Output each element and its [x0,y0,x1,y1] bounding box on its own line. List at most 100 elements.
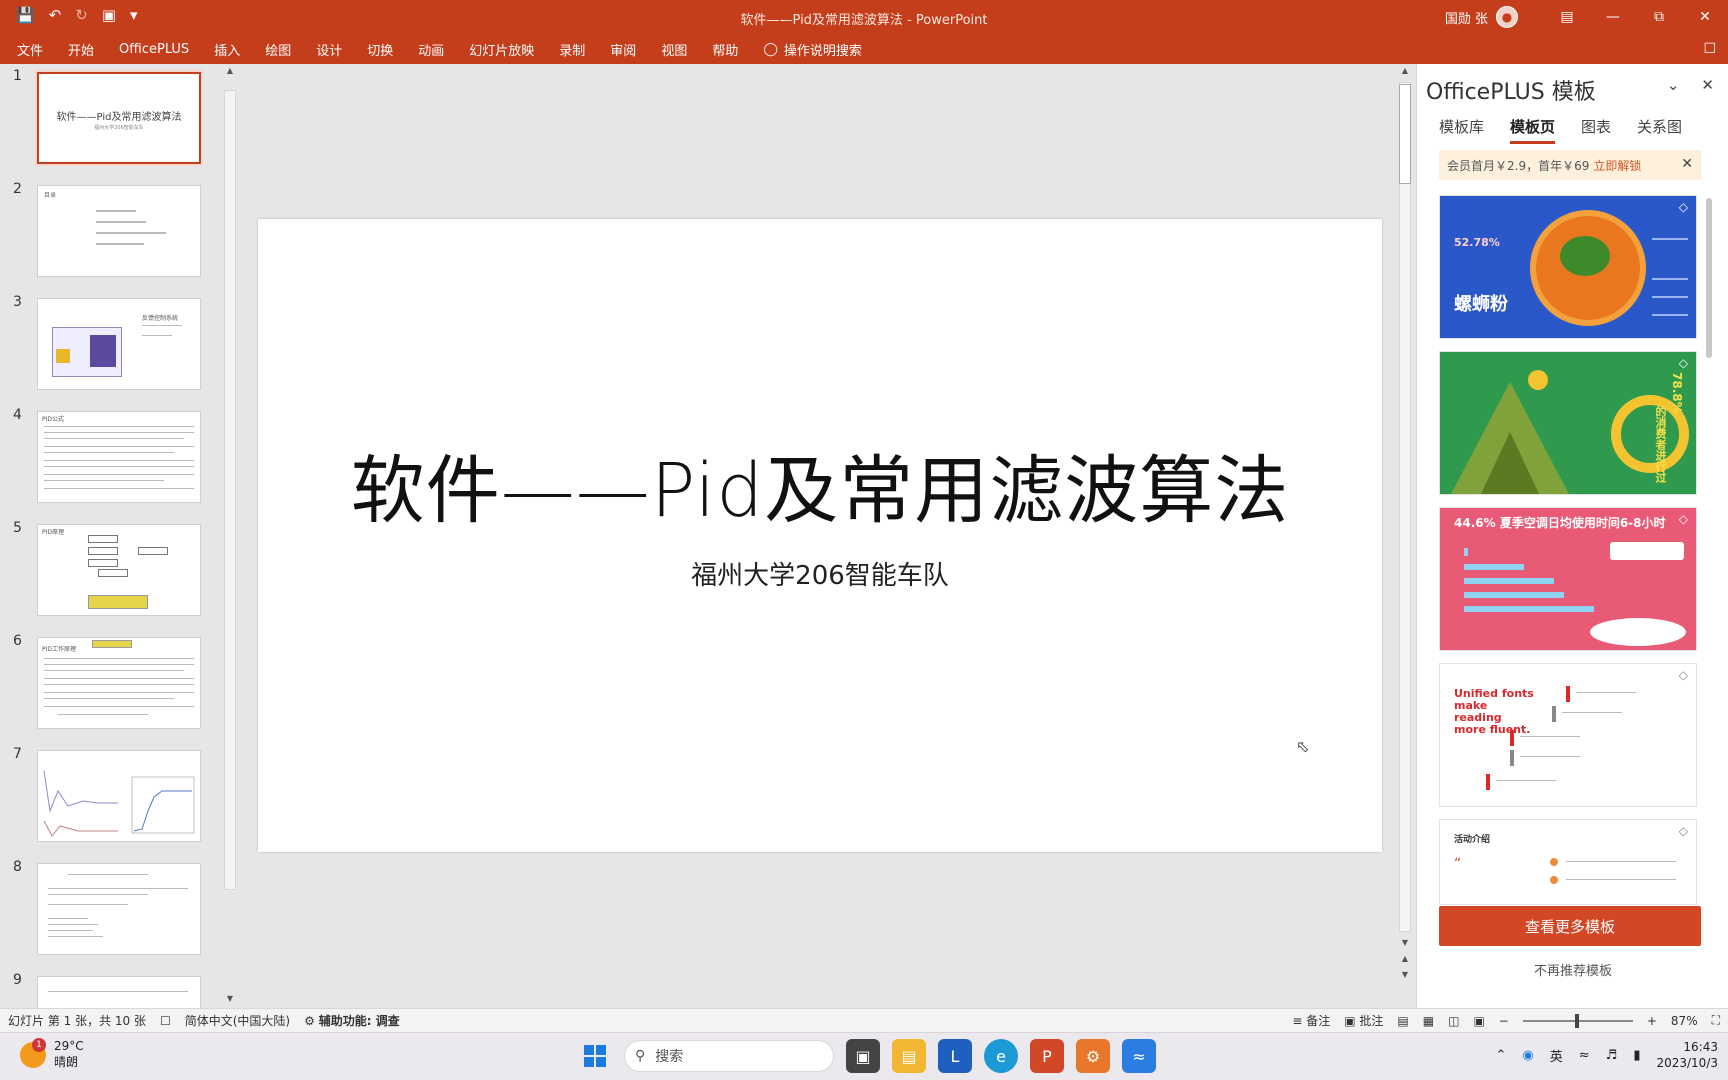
system-clock[interactable]: 16:43 2023/10/3 [1656,1039,1718,1071]
wifi-icon[interactable]: ≈ [1579,1048,1590,1063]
file-explorer-icon[interactable]: ▤ [892,1039,926,1073]
tab-file[interactable]: 文件 [17,40,43,59]
ime-indicator[interactable]: 英 [1550,1046,1563,1065]
undo-icon[interactable]: ↶ [49,6,62,24]
tab-diagrams[interactable]: 关系图 [1637,116,1682,144]
thumb-title: 反馈控制系统 [142,315,179,322]
panel-title: OfficePLUS 模板 [1426,80,1596,105]
thumb-title: PID原理 [42,529,65,536]
notes-button[interactable]: ≡ 备注 [1292,1012,1330,1029]
user-account[interactable]: 国勋 张 ● [1445,6,1518,28]
comments-button[interactable]: ▣ 批注 [1344,1012,1383,1029]
fit-to-window-icon[interactable]: ⛶ [1712,1013,1720,1028]
template-card[interactable]: 活动介绍 “ ◇ [1439,819,1697,905]
scroll-up-icon[interactable]: ▲ [224,66,236,75]
scrollbar-thumb[interactable] [1706,198,1712,358]
tab-help[interactable]: 帮助 [712,40,738,59]
slideshow-view-icon[interactable]: ▣ [1473,1014,1484,1028]
powerpoint-icon[interactable]: P [1030,1039,1064,1073]
tab-review[interactable]: 审阅 [610,40,636,59]
thumb-image [90,335,116,367]
avatar[interactable]: ● [1496,6,1518,28]
spell-check-icon[interactable]: ☐ [160,1014,171,1028]
current-slide[interactable]: 软件——Pid及常用滤波算法 福州大学206智能车队 [258,219,1382,852]
comments-icon[interactable]: ☐ [1703,41,1716,57]
template-card[interactable]: Unified fonts make reading more fluent. … [1439,663,1697,807]
tab-view[interactable]: 视图 [661,40,687,59]
tell-me-search[interactable]: ◯ 操作说明搜索 [763,40,862,59]
weather-widget[interactable]: 1 29°C 晴朗 [20,1037,84,1070]
tab-charts[interactable]: 图表 [1581,116,1611,144]
close-icon[interactable]: ✕ [1701,76,1714,94]
previous-slide-icon[interactable]: ▲ [1399,954,1411,963]
slide-sorter-icon[interactable]: ▦ [1423,1014,1434,1028]
editor-scrollbar[interactable]: ▲ ▼ ▲ ▼ [1397,64,1413,979]
zoom-out-icon[interactable]: − [1499,1014,1509,1028]
present-icon[interactable]: ▣ [102,6,116,24]
thumbnail-scrollbar[interactable]: ▲ ▼ [221,64,239,1008]
scroll-down-icon[interactable]: ▼ [224,994,236,1003]
windows-start-icon[interactable] [578,1039,612,1073]
tab-template-pages[interactable]: 模板页 [1510,116,1556,144]
ribbon-display-icon[interactable]: ▤ [1544,0,1590,34]
no-recommend-link[interactable]: 不再推荐模板 [1417,960,1728,979]
accessibility-status[interactable]: ⚙ 辅助功能: 调查 [304,1012,400,1029]
microphone-icon[interactable]: ◉ [1522,1048,1533,1063]
zoom-in-icon[interactable]: + [1647,1014,1657,1028]
slide-title[interactable]: 软件——Pid及常用滤波算法 [258,431,1382,538]
gear-app-icon[interactable]: ⚙ [1076,1039,1110,1073]
tab-officeplus[interactable]: OfficePLUS [119,42,189,57]
lenovo-app-icon[interactable]: L [938,1039,972,1073]
tab-insert[interactable]: 插入 [214,40,240,59]
more-templates-button[interactable]: 查看更多模板 [1439,906,1701,946]
template-card[interactable]: 52.78% 螺蛳粉 ◇ [1439,195,1697,339]
slide-subtitle[interactable]: 福州大学206智能车队 [258,555,1382,592]
tab-template-library[interactable]: 模板库 [1439,116,1484,144]
template-label: 的消费者进行过 [1654,406,1667,483]
language-indicator[interactable]: 简体中文(中国大陆) [185,1012,290,1029]
tab-record[interactable]: 录制 [559,40,585,59]
tab-design[interactable]: 设计 [316,40,342,59]
template-card[interactable]: 78.8% 的消费者进行过 ◇ [1439,351,1697,495]
minimize-icon[interactable]: — [1590,0,1636,34]
tab-draw[interactable]: 绘图 [265,40,291,59]
reading-view-icon[interactable]: ◫ [1448,1014,1459,1028]
temperature: 29°C [54,1039,84,1053]
tab-home[interactable]: 开始 [68,40,94,59]
close-icon[interactable]: ✕ [1681,156,1693,172]
scroll-down-icon[interactable]: ▼ [1399,938,1411,947]
template-card[interactable]: 44.6% 夏季空调日均使用时间6-8小时 ◇ [1439,507,1697,651]
zoom-level[interactable]: 87% [1671,1014,1698,1028]
accessibility-label: 辅助功能: 调查 [318,1014,400,1028]
panel-scrollbar[interactable] [1705,182,1713,882]
maximize-icon[interactable]: ⧉ [1636,0,1682,34]
tab-transitions[interactable]: 切换 [367,40,393,59]
slide-thumb-preview: 软件——Pid及常用滤波算法 福州大学206智能车队 [37,72,201,164]
scrollbar-thumb[interactable] [224,90,236,890]
lightbulb-icon: ◯ [763,41,778,57]
scrollbar-thumb[interactable] [1399,84,1411,184]
tab-animations[interactable]: 动画 [418,40,444,59]
edge-browser-icon[interactable]: e [984,1039,1018,1073]
scrollbar-track[interactable] [1399,82,1411,932]
chevron-up-icon[interactable]: ⌃ [1495,1048,1506,1063]
template-label: 活动介绍 [1454,835,1491,845]
normal-view-icon[interactable]: ▤ [1397,1014,1408,1028]
redo-icon[interactable]: ↻ [75,6,88,24]
chevron-down-icon[interactable]: ⌄ [1667,76,1680,94]
zoom-slider-knob[interactable] [1574,1013,1579,1028]
cloud-app-icon[interactable]: ≈ [1122,1039,1156,1073]
next-slide-icon[interactable]: ▼ [1399,970,1411,979]
close-icon[interactable]: ✕ [1682,0,1728,34]
volume-icon[interactable]: ♬ [1606,1048,1618,1063]
scroll-up-icon[interactable]: ▲ [1399,66,1411,75]
promo-unlock-link[interactable]: 立即解锁 [1593,157,1641,174]
zoom-slider[interactable] [1522,1013,1633,1028]
tab-slideshow[interactable]: 幻灯片放映 [469,40,534,59]
task-view-icon[interactable]: ▣ [846,1039,880,1073]
taskbar-search[interactable]: ⚲ 搜索 [624,1040,834,1072]
slide-count: 幻灯片 第 1 张，共 10 张 [8,1014,146,1028]
battery-icon[interactable]: ▮ [1633,1048,1640,1063]
save-icon[interactable]: 💾 [16,6,35,24]
customize-icon[interactable]: ▾ [130,6,138,24]
